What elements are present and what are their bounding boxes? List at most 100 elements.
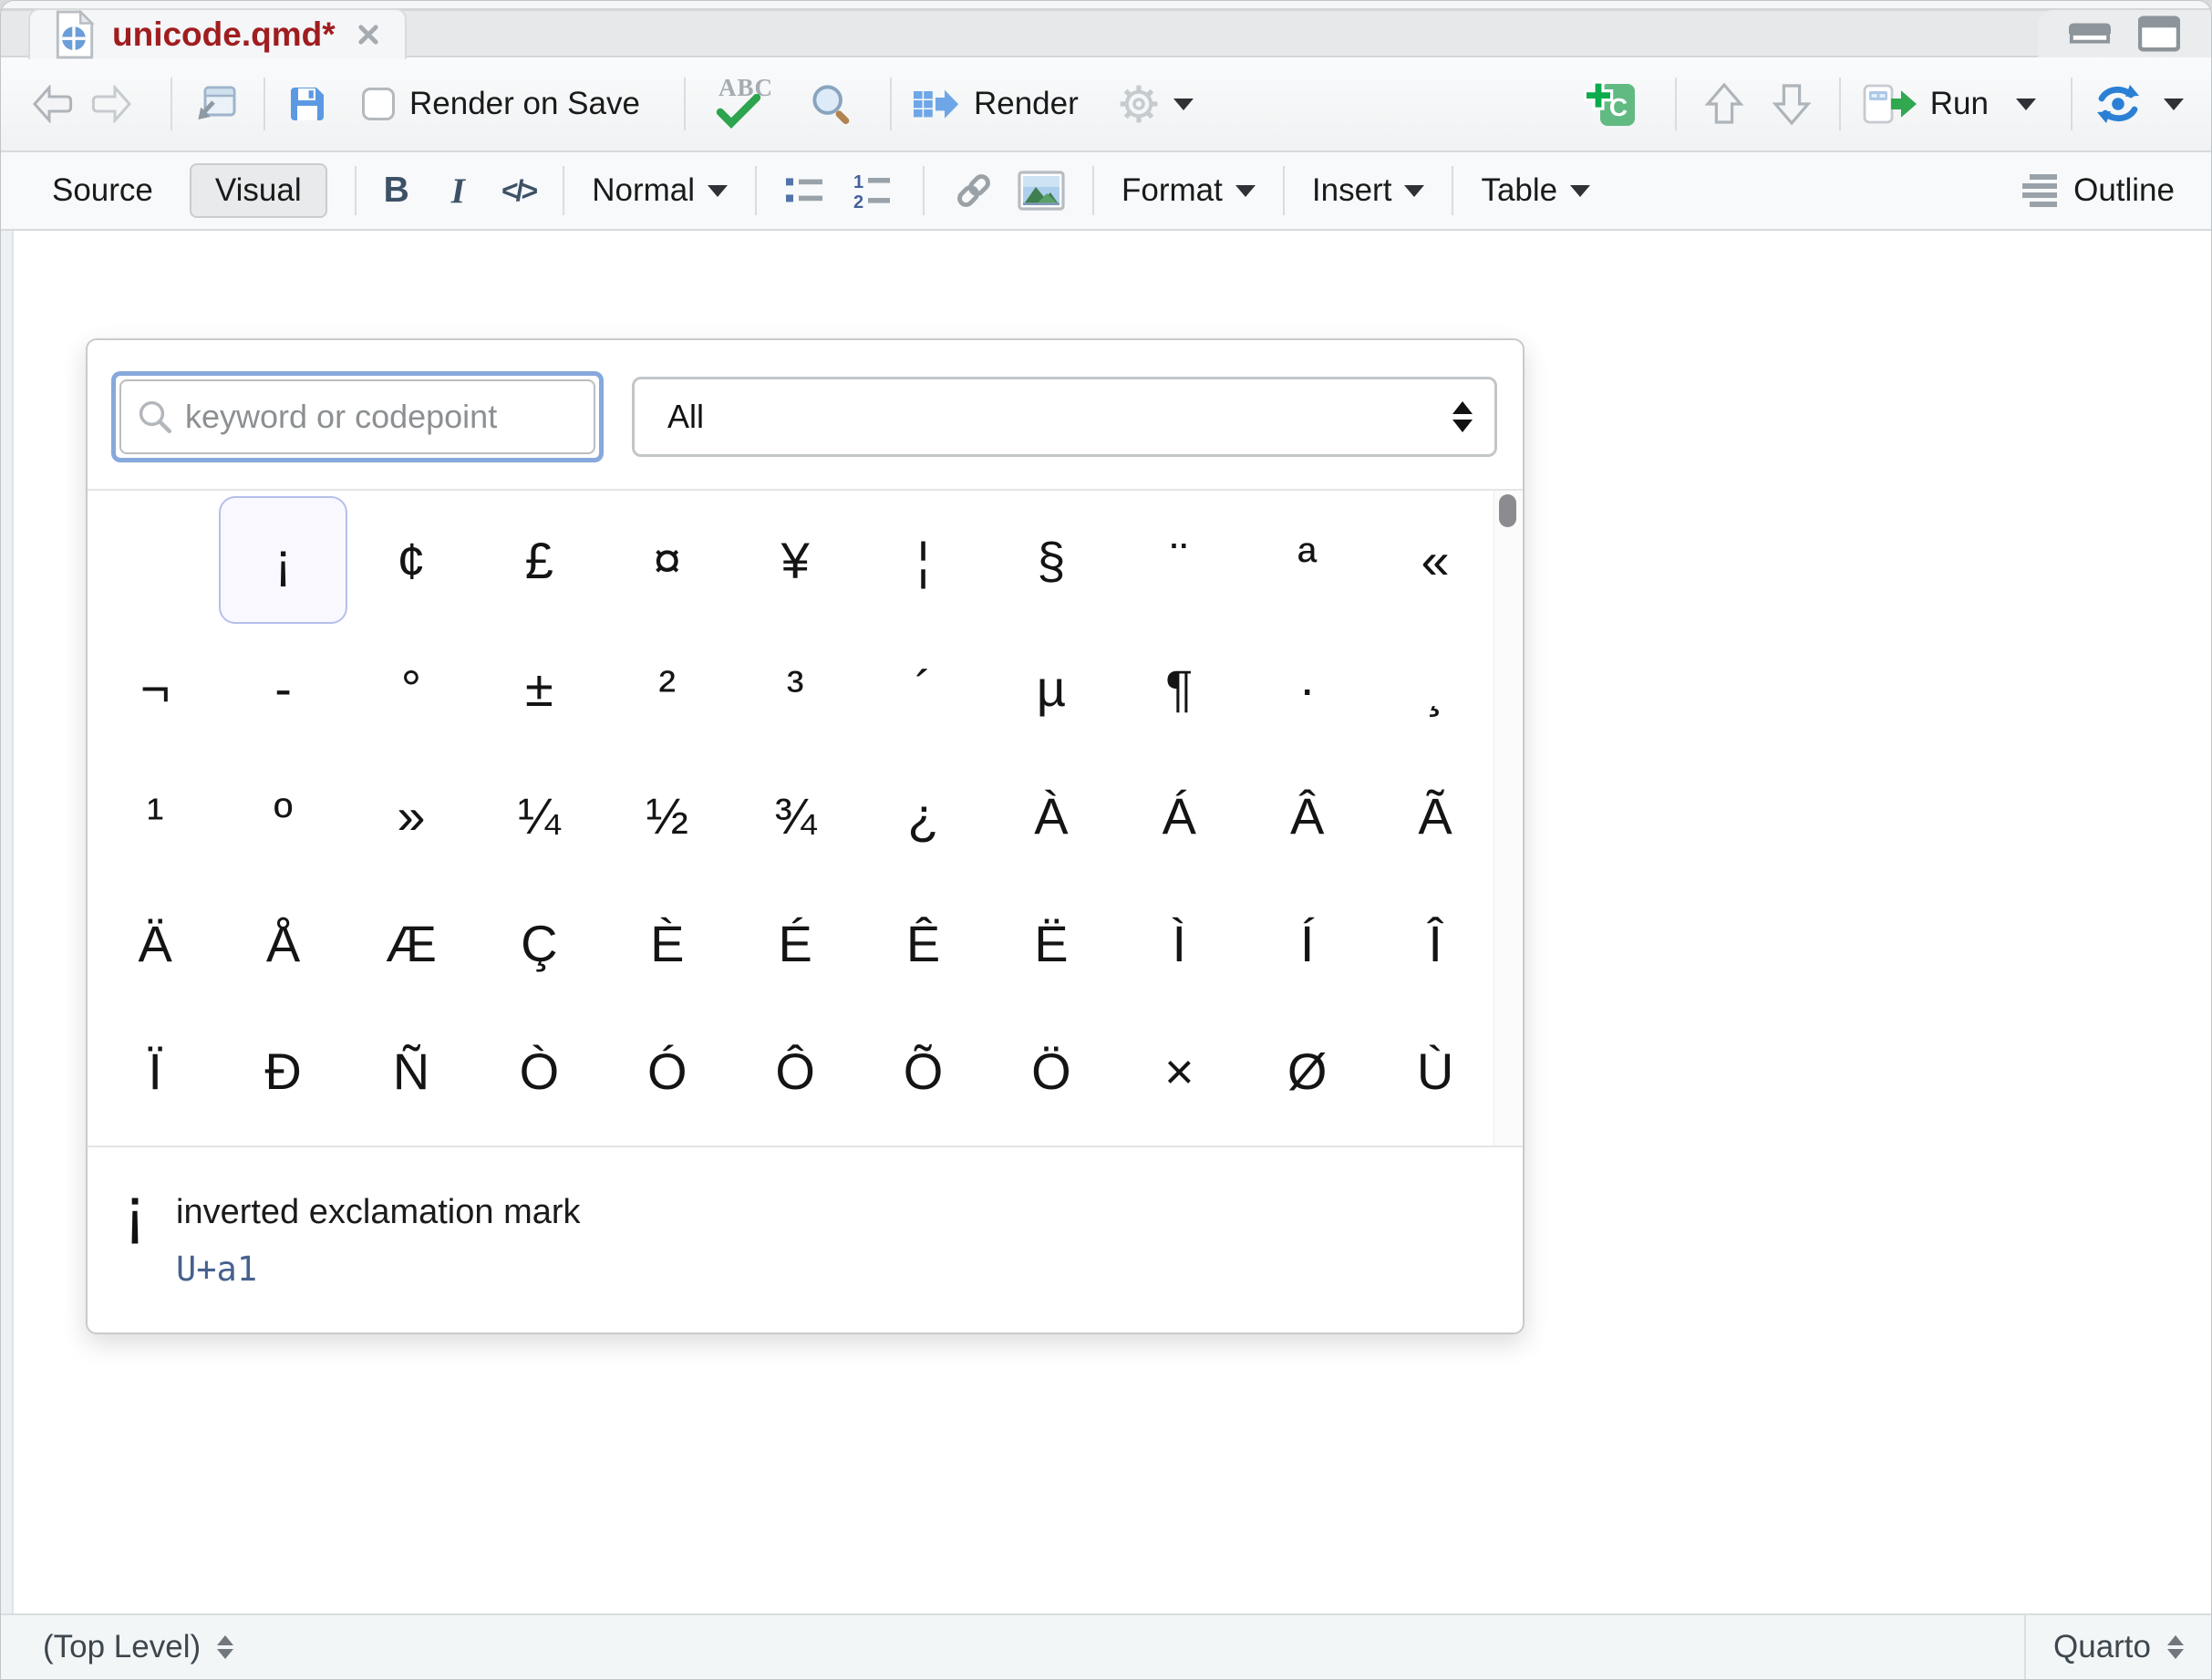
- spellcheck-icon[interactable]: ABC: [706, 74, 784, 134]
- char-cell[interactable]: -: [219, 624, 346, 752]
- char-cell[interactable]: ¨: [1115, 496, 1243, 624]
- grid-scrollbar[interactable]: [1494, 491, 1521, 1146]
- scrollbar-thumb[interactable]: [1499, 494, 1516, 527]
- char-cell[interactable]: ¹: [91, 752, 219, 879]
- language-spinner-icon[interactable]: [2167, 1635, 2184, 1659]
- char-cell[interactable]: Å: [219, 879, 346, 1007]
- run-icon[interactable]: [1861, 82, 1919, 126]
- search-icon[interactable]: [808, 80, 855, 128]
- char-cell[interactable]: Ê: [859, 879, 987, 1007]
- char-cell[interactable]: °: [347, 624, 475, 752]
- render-label[interactable]: Render: [974, 86, 1079, 122]
- char-cell[interactable]: Ì: [1115, 879, 1243, 1007]
- outline-icon[interactable]: [2022, 172, 2064, 209]
- char-cell[interactable]: À: [987, 752, 1115, 879]
- scope-spinner-icon[interactable]: [217, 1635, 233, 1659]
- code-button[interactable]: </>: [501, 174, 535, 208]
- char-cell[interactable]: Ð: [219, 1007, 346, 1135]
- language-mode-selector[interactable]: Quarto: [2053, 1629, 2151, 1665]
- char-cell[interactable]: Ò: [475, 1007, 603, 1135]
- char-cell[interactable]: µ: [987, 624, 1115, 752]
- forward-arrow-icon[interactable]: [90, 85, 132, 123]
- char-cell[interactable]: Ï: [91, 1007, 219, 1135]
- run-label[interactable]: Run: [1930, 86, 1989, 122]
- insert-menu[interactable]: Insert: [1312, 172, 1392, 209]
- char-cell[interactable]: ¸: [1371, 624, 1499, 752]
- editor-canvas[interactable]: All ¡¢£¤¥¦§¨ª«¬-°±²³´µ¶·¸¹º»¼½¾¿ÀÁÂÃÄÅÆÇ…: [1, 231, 2211, 1613]
- paragraph-style-caret-icon[interactable]: [708, 185, 728, 197]
- char-cell[interactable]: Ç: [475, 879, 603, 1007]
- char-cell[interactable]: Ö: [987, 1007, 1115, 1135]
- settings-gear-icon[interactable]: [1117, 82, 1161, 126]
- down-arrow-icon[interactable]: [1772, 82, 1812, 126]
- maximize-icon[interactable]: [2138, 16, 2180, 52]
- render-settings-caret-icon[interactable]: [1173, 99, 1194, 110]
- numbered-list-icon[interactable]: 1 2: [852, 171, 895, 211]
- char-cell[interactable]: Í: [1244, 879, 1371, 1007]
- char-cell[interactable]: Î: [1371, 879, 1499, 1007]
- outline-toggle[interactable]: Outline: [2073, 172, 2175, 209]
- char-cell[interactable]: Ë: [987, 879, 1115, 1007]
- char-cell[interactable]: Æ: [347, 879, 475, 1007]
- char-cell[interactable]: Á: [1115, 752, 1243, 879]
- image-icon[interactable]: [1018, 171, 1065, 211]
- minimize-icon[interactable]: [2069, 23, 2111, 45]
- scope-selector[interactable]: (Top Level): [43, 1629, 201, 1665]
- render-icon[interactable]: [912, 81, 961, 127]
- visual-mode-button[interactable]: Visual: [190, 163, 327, 218]
- bulleted-list-icon[interactable]: [784, 171, 828, 211]
- up-arrow-icon[interactable]: [1704, 82, 1744, 126]
- char-cell[interactable]: ×: [1115, 1007, 1243, 1135]
- char-cell[interactable]: ¤: [604, 496, 731, 624]
- char-cell[interactable]: ¦: [859, 496, 987, 624]
- char-cell[interactable]: Ã: [1371, 752, 1499, 879]
- char-cell[interactable]: Õ: [859, 1007, 987, 1135]
- char-cell[interactable]: ¡: [219, 496, 346, 624]
- char-cell[interactable]: ·: [1244, 624, 1371, 752]
- char-cell[interactable]: «: [1371, 496, 1499, 624]
- char-cell[interactable]: Ñ: [347, 1007, 475, 1135]
- format-menu-caret-icon[interactable]: [1235, 185, 1256, 197]
- back-arrow-icon[interactable]: [32, 85, 74, 123]
- char-cell[interactable]: Ä: [91, 879, 219, 1007]
- char-cell[interactable]: Ø: [1244, 1007, 1371, 1135]
- char-cell[interactable]: £: [475, 496, 603, 624]
- char-cell[interactable]: ¢: [347, 496, 475, 624]
- run-options-caret-icon[interactable]: [2016, 99, 2036, 110]
- save-icon[interactable]: [285, 82, 329, 126]
- char-cell[interactable]: Â: [1244, 752, 1371, 879]
- close-icon[interactable]: [356, 22, 381, 47]
- char-cell[interactable]: ³: [731, 624, 859, 752]
- table-menu[interactable]: Table: [1481, 172, 1557, 209]
- char-cell[interactable]: ±: [475, 624, 603, 752]
- char-cell[interactable]: ¶: [1115, 624, 1243, 752]
- char-cell[interactable]: Ó: [604, 1007, 731, 1135]
- italic-button[interactable]: I: [451, 171, 465, 212]
- char-cell[interactable]: ´: [859, 624, 987, 752]
- link-icon[interactable]: [952, 169, 996, 213]
- search-input[interactable]: [183, 397, 548, 437]
- char-cell[interactable]: º: [219, 752, 346, 879]
- char-cell[interactable]: Ô: [731, 1007, 859, 1135]
- render-on-save-checkbox[interactable]: [362, 88, 395, 120]
- open-in-new-window-icon[interactable]: [192, 82, 240, 126]
- char-cell[interactable]: ½: [604, 752, 731, 879]
- editor-tab[interactable]: unicode.qmd*: [28, 8, 407, 59]
- source-options-caret-icon[interactable]: [2164, 99, 2184, 110]
- char-cell[interactable]: ¼: [475, 752, 603, 879]
- format-menu[interactable]: Format: [1122, 172, 1223, 209]
- paragraph-style-dropdown[interactable]: Normal: [592, 172, 695, 209]
- char-cell[interactable]: Ù: [1371, 1007, 1499, 1135]
- char-cell[interactable]: ¿: [859, 752, 987, 879]
- category-select[interactable]: All: [632, 377, 1497, 457]
- source-sync-icon[interactable]: [2093, 82, 2144, 126]
- char-cell[interactable]: ¬: [91, 624, 219, 752]
- char-cell[interactable]: ²: [604, 624, 731, 752]
- char-cell[interactable]: ¥: [731, 496, 859, 624]
- source-mode-button[interactable]: Source: [52, 172, 153, 209]
- char-cell[interactable]: È: [604, 879, 731, 1007]
- char-cell[interactable]: ¾: [731, 752, 859, 879]
- char-cell[interactable]: §: [987, 496, 1115, 624]
- char-cell[interactable]: »: [347, 752, 475, 879]
- insert-menu-caret-icon[interactable]: [1404, 185, 1424, 197]
